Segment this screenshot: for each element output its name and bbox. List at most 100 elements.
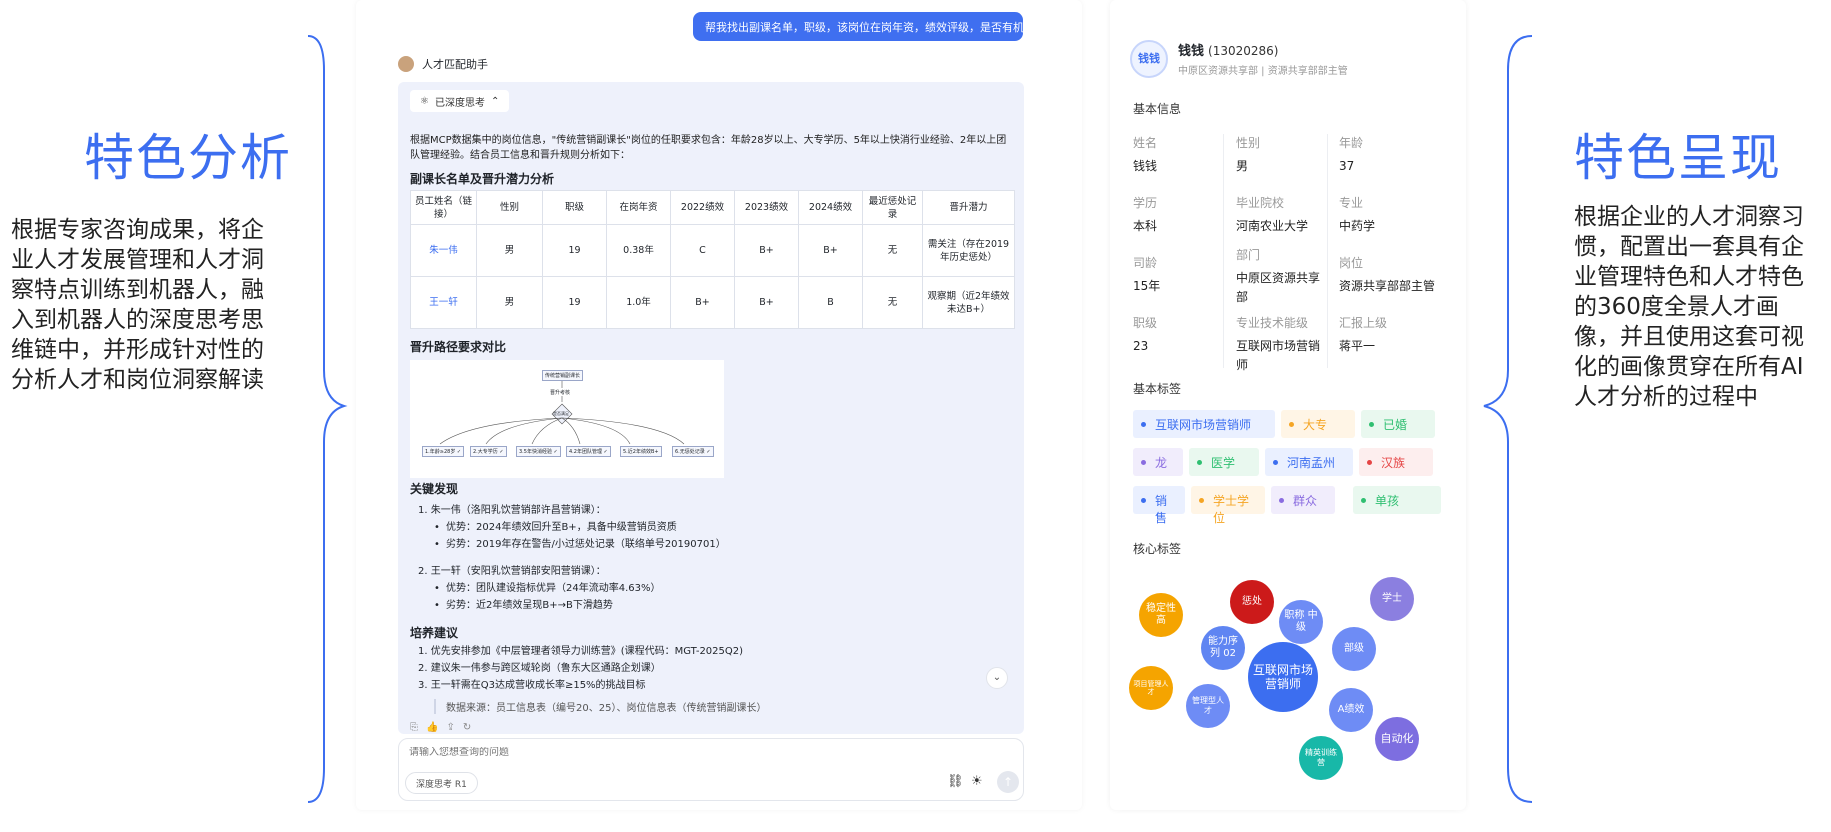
col-header: 员工姓名（链接） [410, 190, 477, 225]
left-brace [307, 35, 348, 803]
list-item: 优势：2024年绩效回升至B+，具备中级营销员资质 [410, 519, 1015, 536]
field-value: 本科 [1133, 219, 1158, 233]
brain-icon: ⚛ [420, 95, 429, 107]
advice-list: 1. 优先安排参加《中层管理者领导力训练营》(课程代码：MGT-2025Q2) … [410, 643, 1015, 694]
list-item: 劣势：近2年绩效呈现B+→B下滑趋势 [410, 597, 1015, 614]
divider [1223, 134, 1224, 368]
refresh-icon[interactable]: ↻ [463, 722, 479, 733]
employee-id: (13020286) [1208, 44, 1279, 58]
list-item: 劣势：2019年存在警告/小过惩处记录（联络单号20190701） [410, 536, 1015, 553]
scroll-down-button[interactable]: ⌄ [986, 667, 1008, 689]
core-tag-bubble: 惩处 [1230, 580, 1274, 624]
flow-node: 3.5年快消经验 ✓ [516, 446, 561, 457]
bulb-icon[interactable]: ☀ [971, 774, 983, 789]
col-header: 最近惩处记录 [862, 190, 923, 225]
bot-avatar [398, 56, 414, 72]
bot-answer: ⚛ 已深度思考 ⌃ 根据MCP数据集中的岗位信息，"传统营销副课长"岗位的任职要… [398, 82, 1024, 734]
list-item: 1. 朱一伟（洛阳乳饮营销部许昌营销课）： [418, 505, 606, 516]
send-button[interactable]: ↑ [997, 771, 1019, 793]
deep-think-toggle[interactable]: ⚛ 已深度思考 ⌃ [410, 90, 510, 112]
tag-1: 互联网市场营销师 [1133, 410, 1275, 438]
core-tag-bubble: 能力序列 02 [1201, 626, 1245, 670]
data-source: 数据来源：员工信息表（编号20、25）、岗位信息表（传统营销副课长） [434, 699, 766, 714]
list-item: 2. 王一轩（安阳乳饮营销部安阳营销课）： [418, 566, 606, 577]
tag-5: 医学 [1189, 448, 1259, 476]
field-value: 互联网市场营销师 [1236, 339, 1321, 372]
field-label: 岗位 [1339, 256, 1364, 270]
core-tag-bubble: 互联网市场营销师 [1248, 642, 1318, 712]
core-tag-bubble: 自动化 [1375, 717, 1419, 761]
divider [1327, 134, 1328, 368]
core-tags-title: 核心标签 [1133, 542, 1182, 556]
field-label: 姓名 [1133, 136, 1158, 150]
candidate-table: 员工姓名（链接） 性别 职级 在岗年资 2022绩效 2023绩效 2024绩效… [410, 190, 1015, 329]
table-cell: C [670, 224, 735, 277]
table-cell: 19 [542, 276, 607, 329]
core-tag-bubble: 稳定性高 [1139, 593, 1183, 637]
question-input[interactable] [409, 747, 929, 758]
share-icon[interactable]: ⇪ [446, 722, 462, 733]
list-item: 2. 建议朱一伟参与跨区域轮岗（鲁东大区通路企划课） [418, 663, 661, 674]
employee-link[interactable]: 朱一伟 [410, 224, 477, 277]
left-panel-description: 根据专家咨询成果，将企业人才发展管理和人才洞察特点训练到机器人，融入到机器人的深… [11, 217, 264, 393]
arrow-up-icon: ↑ [1002, 775, 1014, 789]
col-header: 晋升潜力 [922, 190, 1015, 225]
tag-label: 龙 [1155, 456, 1168, 470]
basic-info-title: 基本信息 [1133, 102, 1182, 116]
table-cell: 1.0年 [606, 276, 671, 329]
core-tag-bubble: 职称 中级 [1279, 600, 1323, 644]
field-value: 15年 [1133, 279, 1161, 293]
list-item: 优势：团队建设指标优异（24年流动率4.63%） [410, 580, 1015, 597]
col-header: 职级 [542, 190, 607, 225]
core-tag-bubble: 精英训练营 [1299, 736, 1343, 780]
flow-node: 4.2年团队管理 ✓ [566, 446, 611, 457]
chevron-up-icon: ⌃ [490, 95, 500, 107]
field-label: 司龄 [1133, 256, 1158, 270]
field-value: 河南农业大学 [1236, 219, 1309, 233]
tag-4: 龙 [1133, 448, 1183, 476]
chat-window: 帮我找出副课名单，职级，该岗位在岗年资，绩效评级，是否有机会晋升课长 人才匹配助… [356, 0, 1082, 810]
employee-link[interactable]: 王一轩 [410, 276, 477, 329]
table-header-row: 员工姓名（链接） 性别 职级 在岗年资 2022绩效 2023绩效 2024绩效… [410, 190, 1015, 225]
tag-label: 销售 [1155, 494, 1168, 525]
table-cell: B [798, 276, 863, 329]
promotion-flowchart: 传统营销副课长 晋升考核 是否满足 1.年龄≥28岁 ✓ 2.大专学历 ✓ 3.… [410, 360, 724, 478]
flow-node: 晋升考核 [550, 390, 571, 396]
chevron-down-icon: ⌄ [992, 672, 1002, 683]
table-cell: 无 [862, 224, 923, 277]
chat-input-box: 深度思考 R1 ⛓ ☀ ↑ [398, 738, 1024, 801]
field-value: 钱钱 [1133, 159, 1158, 173]
table-cell: 男 [476, 276, 543, 329]
copy-icon[interactable]: ⎘ [410, 722, 426, 733]
table-cell: B+ [670, 276, 735, 329]
tag-label: 汉族 [1381, 456, 1406, 470]
tag-label: 大专 [1303, 418, 1328, 432]
flow-node: 1.年龄≥28岁 ✓ [422, 446, 465, 457]
flow-node: 5.近2年绩效B+ [620, 446, 662, 457]
field-value: 资源共享部部主管 [1339, 279, 1436, 293]
deep-think-button[interactable]: 深度思考 R1 [405, 772, 478, 794]
tag-6: 河南孟州 [1265, 448, 1353, 476]
employee-name: 钱钱 [1178, 44, 1205, 59]
field-value: 23 [1133, 339, 1149, 353]
tag-7: 汉族 [1359, 448, 1433, 476]
tag-label: 河南孟州 [1287, 456, 1336, 470]
tag-2: 大专 [1281, 410, 1355, 438]
message-actions: ⎘👍⇪↻ [410, 722, 479, 733]
tag-label: 群众 [1293, 494, 1318, 508]
right-panel-title: 特色呈现 [1574, 129, 1782, 187]
link-icon[interactable]: ⛓ [947, 774, 964, 789]
tag-label: 学士学位 [1213, 494, 1250, 525]
table-cell: B+ [798, 224, 863, 277]
field-value: 蒋平一 [1339, 339, 1376, 353]
tag-8: 销售 [1133, 486, 1185, 525]
bot-name: 人才匹配助手 [422, 58, 488, 71]
field-value: 37 [1339, 159, 1355, 173]
col-header: 2022绩效 [670, 190, 735, 225]
tag-9: 学士学位 [1191, 486, 1265, 525]
thumbs-up-icon[interactable]: 👍 [426, 722, 446, 733]
table-cell: B+ [734, 276, 799, 329]
table-row: 朱一伟 男 19 0.38年 C B+ B+ 无 需关注（存在2019年历史惩处… [410, 224, 1015, 277]
list-item: 1. 优先安排参加《中层管理者领导力训练营》(课程代码：MGT-2025Q2) [418, 646, 744, 657]
profile-name: 钱钱 (13020286) [1178, 40, 1278, 59]
